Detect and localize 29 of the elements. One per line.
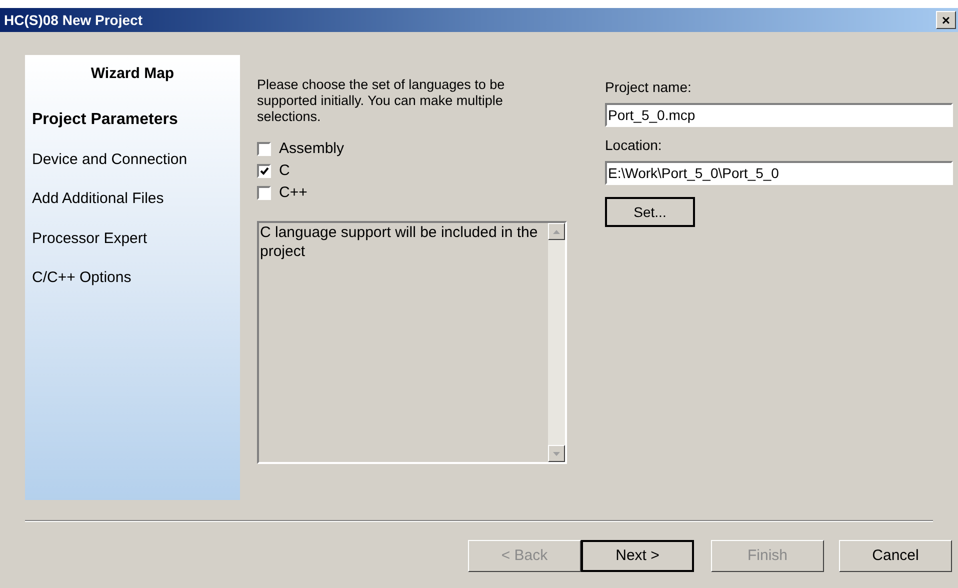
dialog-button[interactable]: Next >: [581, 540, 694, 572]
checkbox[interactable]: [257, 186, 271, 200]
checkbox-label: C: [279, 163, 290, 179]
wizard-step: Project Parameters: [32, 108, 178, 132]
checkbox-label: C++: [279, 185, 308, 201]
wizard-map-title: Wizard Map: [90, 64, 176, 84]
project-name-field[interactable]: Port_5_0.mcp: [605, 103, 953, 127]
checkbox[interactable]: [257, 142, 271, 156]
check-icon: [260, 167, 268, 175]
field-label: Location:: [605, 136, 663, 155]
checkbox-label: Assembly: [279, 141, 344, 157]
wizard-step: C/C++ Options: [32, 267, 132, 290]
field-label: Project name:: [605, 78, 692, 97]
close-button[interactable]: ×: [936, 11, 956, 29]
down-arrow-icon: [553, 452, 560, 456]
dialog-button[interactable]: Cancel: [839, 540, 952, 572]
scrollbar[interactable]: [548, 223, 565, 462]
scroll-down-button[interactable]: [548, 445, 565, 462]
wizard-step: Add Additional Files: [32, 188, 164, 210]
location-field[interactable]: E:\Work\Port_5_0\Port_5_0: [605, 161, 953, 185]
checkbox[interactable]: [257, 164, 271, 178]
scroll-up-button[interactable]: [548, 223, 565, 240]
window-title: HC(S)08 New Project: [4, 10, 142, 30]
description-text: C language support will be included in the project: [259, 223, 539, 261]
instructions-text: Please choose the set of languages to be supported initially. You can make multiple selections.: [257, 77, 506, 125]
set-button[interactable]: Set...: [605, 197, 695, 227]
up-arrow-icon: [553, 230, 560, 234]
wizard-step: Processor Expert: [32, 228, 148, 250]
wizard-step: Device and Connection: [32, 148, 188, 171]
